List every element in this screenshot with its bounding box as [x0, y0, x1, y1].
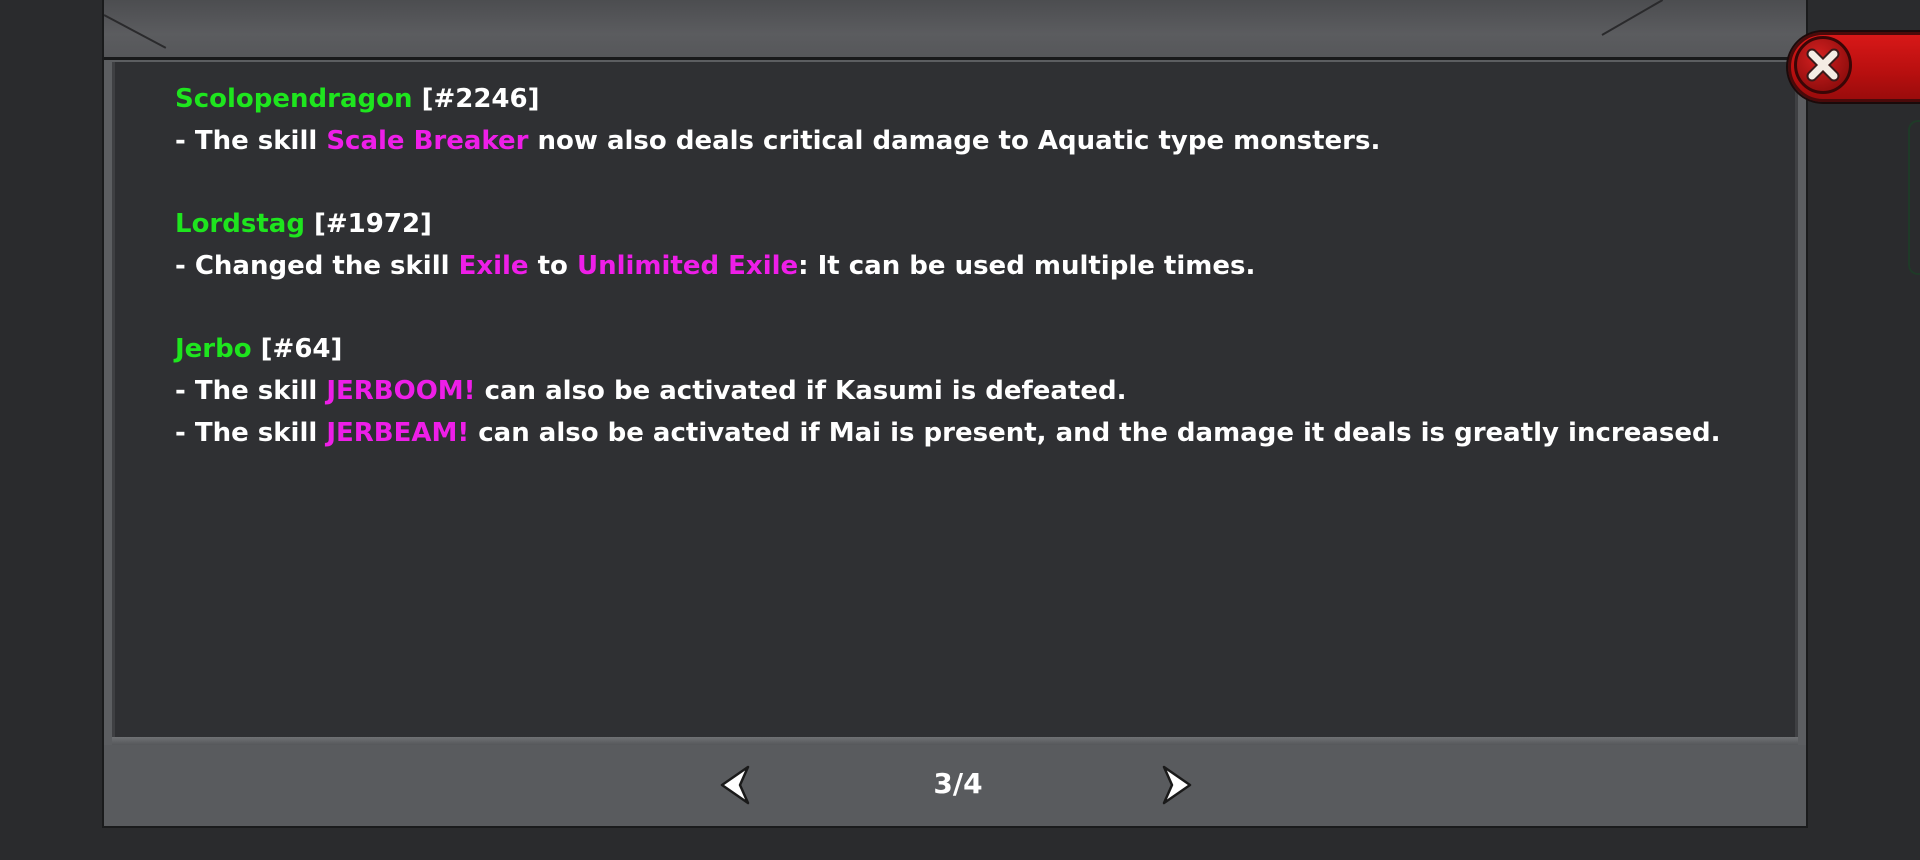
monster-id: [#1972] — [314, 209, 432, 239]
change-text: - The skill — [175, 376, 327, 406]
skill-name: JERBEAM! — [326, 418, 470, 448]
change-text: now also deals critical damage to Aquati… — [528, 126, 1381, 156]
monster-header: Jerbo [#64] — [175, 328, 1755, 370]
chevron-right-icon[interactable] — [1160, 765, 1194, 805]
change-line: - The skill JERBOOM! can also be activat… — [175, 370, 1755, 412]
stone-crack — [104, 14, 167, 49]
monster-entry: Scolopendragon [#2246] - The skill Scale… — [175, 78, 1755, 162]
change-text: can also be activated if Mai is present,… — [469, 418, 1721, 448]
change-line: - The skill Scale Breaker now also deals… — [175, 120, 1755, 162]
change-text: - The skill — [175, 126, 327, 156]
monster-id: [#64] — [260, 334, 343, 364]
panel-header-stone — [104, 0, 1806, 60]
close-button-circle[interactable] — [1794, 36, 1852, 94]
close-icon[interactable] — [1797, 39, 1849, 91]
skill-name: JERBOOM! — [326, 376, 476, 406]
change-line: - The skill JERBEAM! can also be activat… — [175, 412, 1755, 454]
side-panel-edge — [1908, 120, 1920, 275]
change-text: - Changed the skill — [175, 251, 459, 281]
monster-name: Lordstag — [175, 209, 305, 239]
monster-header: Scolopendragon [#2246] — [175, 78, 1755, 120]
chevron-left-icon[interactable] — [718, 765, 752, 805]
change-text: - The skill — [175, 418, 327, 448]
change-line: - Changed the skill Exile to Unlimited E… — [175, 245, 1755, 287]
game-screen: Scolopendragon [#2246] - The skill Scale… — [0, 0, 1920, 860]
stone-crack — [1601, 0, 1664, 36]
patch-notes-panel: Scolopendragon [#2246] - The skill Scale… — [102, 0, 1808, 828]
monster-name: Scolopendragon — [175, 84, 413, 114]
page-indicator: 3/4 — [933, 767, 983, 800]
monster-entry: Jerbo [#64] - The skill JERBOOM! can als… — [175, 328, 1755, 454]
monster-name: Jerbo — [175, 334, 252, 364]
skill-name: Exile — [458, 251, 529, 281]
monster-entry: Lordstag [#1972] - Changed the skill Exi… — [175, 203, 1755, 287]
monster-id: [#2246] — [421, 84, 540, 114]
content-divider — [112, 737, 1798, 745]
patch-notes-text: Scolopendragon [#2246] - The skill Scale… — [175, 78, 1755, 454]
change-text: : It can be used multiple times. — [798, 251, 1256, 281]
skill-name: Scale Breaker — [326, 126, 529, 156]
change-text: to — [528, 251, 577, 281]
patch-notes-content[interactable]: Scolopendragon [#2246] - The skill Scale… — [112, 62, 1798, 737]
change-text: can also be activated if Kasumi is defea… — [475, 376, 1127, 406]
skill-name: Unlimited Exile — [576, 251, 799, 281]
monster-header: Lordstag [#1972] — [175, 203, 1755, 245]
